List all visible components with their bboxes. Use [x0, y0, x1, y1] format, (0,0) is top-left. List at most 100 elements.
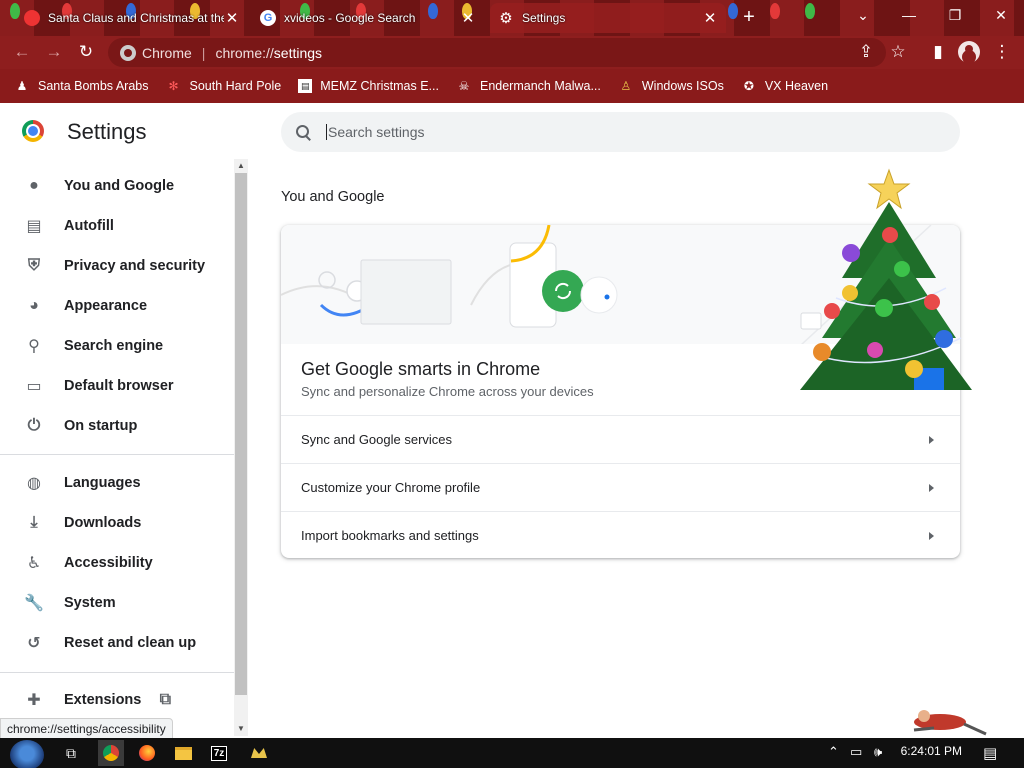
app-icon[interactable]: [246, 740, 272, 766]
notification-icon[interactable]: ▤: [983, 744, 997, 762]
back-button[interactable]: ←: [10, 40, 34, 64]
sidebar-item-languages[interactable]: ◍ Languages: [0, 463, 234, 503]
bookmark-santa-bombs-arabs[interactable]: ♟ Santa Bombs Arabs: [14, 78, 149, 94]
skating-figure-decoration: [913, 710, 987, 736]
sidebar-item-label: Accessibility: [64, 555, 153, 571]
menu-button[interactable]: ⋮: [990, 40, 1014, 64]
bookmark-label: South Hard Pole: [189, 79, 282, 93]
sidebar-item-default-browser[interactable]: ▭ Default browser: [0, 366, 234, 406]
scrollbar-thumb[interactable]: [235, 173, 247, 695]
row-customize-profile[interactable]: Customize your Chrome profile: [281, 463, 960, 511]
restore-button[interactable]: ❐: [932, 0, 978, 30]
row-sync-and-google-services[interactable]: Sync and Google services: [281, 415, 960, 463]
close-tab-icon[interactable]: ✕: [224, 9, 240, 27]
chrome-logo-icon: [22, 120, 44, 142]
sidebar-item-label: Default browser: [64, 378, 174, 394]
christmas-tree-decoration: [796, 168, 976, 418]
page-title: Settings: [67, 119, 147, 144]
side-panel-icon[interactable]: ▮: [926, 40, 950, 64]
sidebar-item-on-startup[interactable]: ⏻ On startup: [0, 406, 234, 446]
accessibility-icon: ♿: [26, 555, 42, 572]
close-tab-icon[interactable]: ✕: [702, 9, 718, 27]
skull-icon: ☠: [458, 79, 470, 93]
tab-google-search[interactable]: G xvideos - Google Search ✕: [252, 3, 484, 33]
chevron-up-icon[interactable]: ⌃: [828, 744, 839, 760]
bookmark-vx-heaven[interactable]: ✪ VX Heaven: [741, 78, 828, 94]
google-favicon-icon: G: [260, 10, 276, 26]
santa-favicon-icon: [24, 10, 40, 26]
network-icon[interactable]: ▭: [850, 744, 862, 760]
history-icon: ↺: [27, 635, 41, 652]
tab-title: xvideos - Google Search: [284, 11, 416, 25]
sidebar-item-label: Languages: [64, 475, 141, 491]
sidebar-item-you-and-google[interactable]: ● You and Google: [0, 166, 234, 206]
sidebar-item-autofill[interactable]: ▤ Autofill: [0, 206, 234, 246]
globe-icon: ◍: [27, 475, 41, 492]
url-scheme: chrome://: [215, 44, 274, 61]
reload-button[interactable]: ↻: [74, 40, 98, 64]
sidebar-item-accessibility[interactable]: ♿ Accessibility: [0, 543, 234, 583]
sidebar-item-search-engine[interactable]: ⚲ Search engine: [0, 326, 234, 366]
site-label: Chrome: [142, 44, 192, 61]
clipboard-icon: ▤: [26, 218, 42, 235]
file-explorer-icon[interactable]: [170, 740, 196, 766]
bookmark-endermanch-malware[interactable]: ☠ Endermanch Malwa...: [456, 78, 601, 94]
sidebar-item-label: On startup: [64, 418, 138, 434]
taskbar-clock[interactable]: 6:24:01 PM: [901, 744, 962, 758]
close-tab-icon[interactable]: ✕: [460, 9, 476, 27]
taskbar: ⧉ 7z ⌃ ▭ 🕪 6:24:01 PM ▤: [0, 738, 1024, 768]
scroll-up-arrow-icon[interactable]: ▲: [234, 159, 248, 173]
sidebar-scrollbar[interactable]: ▲ ▼: [234, 159, 248, 736]
sidebar-item-extensions[interactable]: ✚ Extensions ⧉: [0, 680, 234, 720]
omnibox-separator: |: [201, 44, 206, 61]
volume-icon[interactable]: 🕪: [874, 744, 882, 760]
browser-icon: ▭: [26, 378, 42, 395]
scroll-down-arrow-icon[interactable]: ▼: [234, 722, 248, 736]
share-icon[interactable]: ⇪: [854, 40, 878, 64]
profile-avatar[interactable]: [958, 41, 980, 63]
bookmark-label: Endermanch Malwa...: [479, 79, 601, 93]
wrench-icon: 🔧: [24, 595, 44, 612]
row-label: Import bookmarks and settings: [301, 528, 479, 543]
forward-button[interactable]: →: [42, 40, 66, 64]
tab-settings[interactable]: ⚙ Settings ✕: [490, 3, 726, 33]
tab-search-button[interactable]: ⌄: [840, 0, 886, 30]
toolbar: ← → ↻ Chrome | chrome://settings ⇪ ☆ ▮ ⋮: [0, 36, 1024, 69]
bookmark-windows-isos[interactable]: ♙ Windows ISOs: [618, 78, 723, 94]
chevron-right-icon: [929, 435, 934, 444]
bookmark-south-hard-pole[interactable]: ✻ South Hard Pole: [165, 78, 281, 94]
figure-icon: ♙: [620, 79, 632, 93]
chrome-icon[interactable]: [98, 740, 124, 766]
search-settings-box[interactable]: [281, 112, 960, 152]
address-bar[interactable]: Chrome | chrome://settings: [108, 38, 886, 67]
windows-start-button[interactable]: [10, 740, 44, 768]
tab-santa-claus[interactable]: Santa Claus and Christmas at the ✕: [16, 3, 248, 33]
close-window-button[interactable]: ✕: [978, 0, 1024, 30]
sidebar-item-reset[interactable]: ↺ Reset and clean up: [0, 623, 234, 663]
firefox-icon[interactable]: [134, 740, 160, 766]
7zip-icon[interactable]: 7z: [206, 740, 232, 766]
santa-icon: ♟: [16, 79, 28, 93]
url-path: settings: [273, 44, 323, 61]
sidebar-item-system[interactable]: 🔧 System: [0, 583, 234, 623]
shield-icon: ⛨: [27, 257, 40, 274]
sidebar-item-label: Autofill: [64, 218, 114, 234]
light-bulb-decoration: [770, 3, 780, 19]
bookmark-memz-christmas[interactable]: ▤ MEMZ Christmas E...: [298, 79, 439, 93]
sidebar-item-appearance[interactable]: ◕ Appearance: [0, 286, 234, 326]
search-input[interactable]: [326, 124, 886, 140]
sidebar-item-label: Extensions: [64, 692, 142, 708]
bookmark-star-icon[interactable]: ☆: [886, 40, 910, 64]
sidebar-item-privacy[interactable]: ⛨ Privacy and security: [0, 246, 234, 286]
sidebar-item-label: System: [64, 595, 116, 611]
new-tab-button[interactable]: +: [737, 4, 761, 30]
task-view-icon[interactable]: ⧉: [58, 740, 84, 766]
chevron-right-icon: [929, 483, 934, 492]
tab-title: Santa Claus and Christmas at the: [48, 11, 225, 25]
row-import-bookmarks[interactable]: Import bookmarks and settings: [281, 511, 960, 558]
sidebar-divider: [0, 672, 234, 673]
minimize-button[interactable]: —: [886, 0, 932, 30]
tab-title: Settings: [522, 11, 566, 25]
card-subtitle: Sync and personalize Chrome across your …: [301, 384, 594, 399]
sidebar-item-downloads[interactable]: ⤓ Downloads: [0, 503, 234, 543]
